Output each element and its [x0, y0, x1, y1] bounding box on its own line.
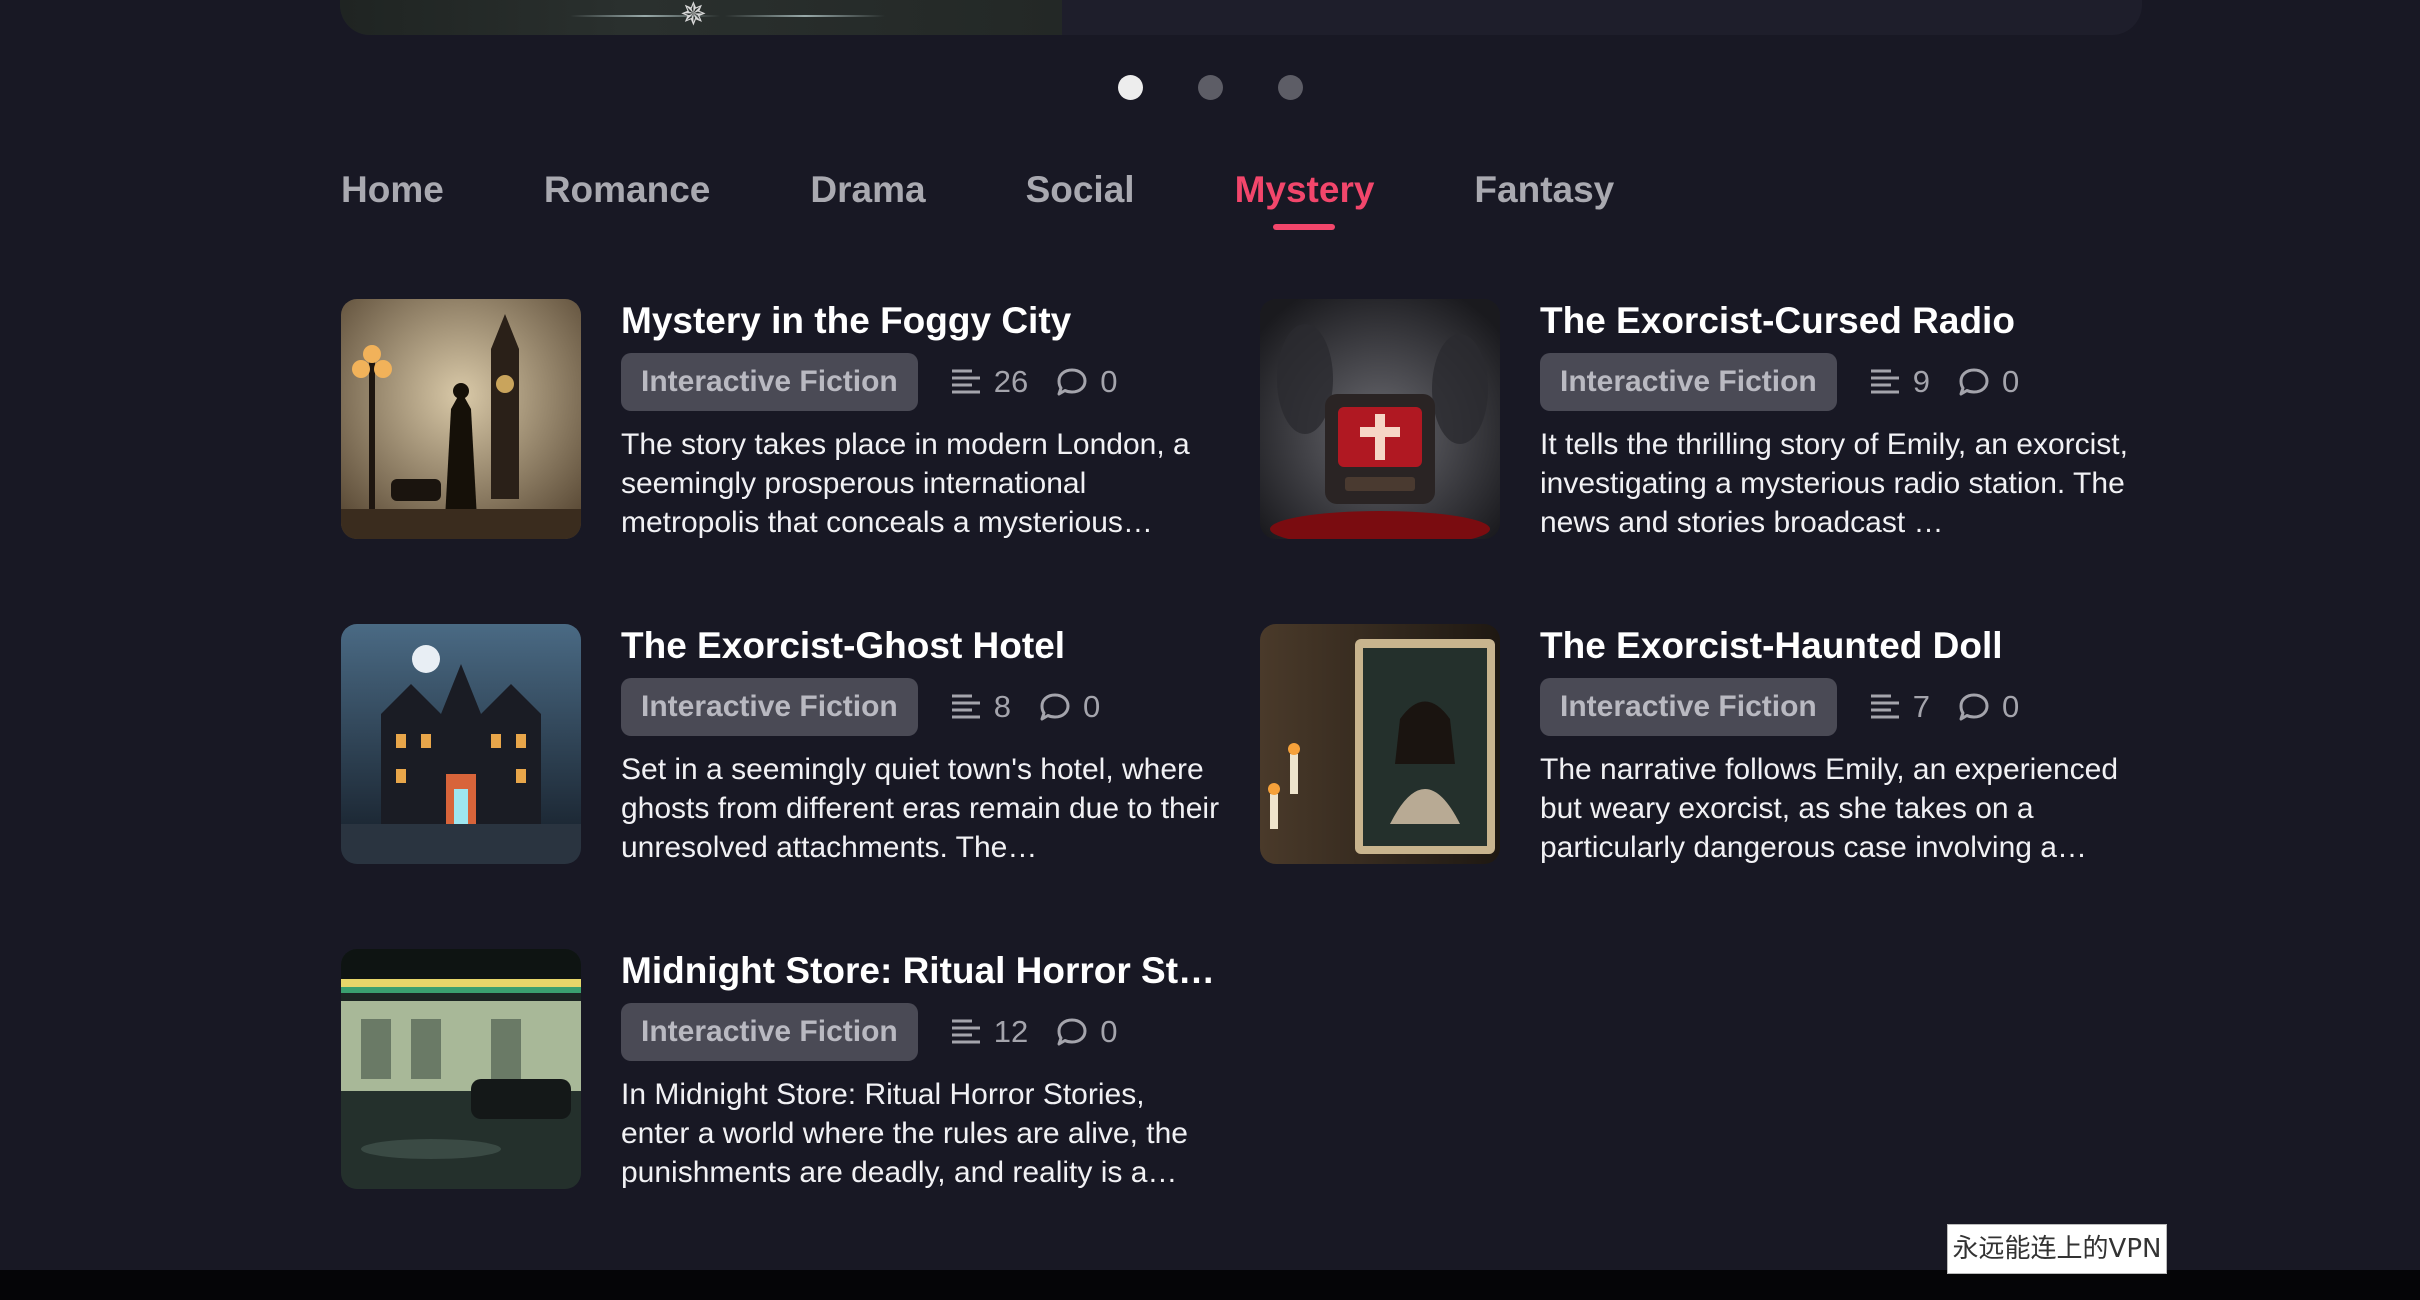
speech-bubble-icon — [1057, 368, 1087, 396]
genre-tag: Interactive Fiction — [1540, 678, 1837, 736]
vpn-ad-button[interactable]: 永远能连上的VPN — [1947, 1224, 2167, 1274]
story-cover-image — [1260, 299, 1500, 539]
comment-count-value: 0 — [1100, 364, 1118, 399]
story-title[interactable]: The Exorcist-Haunted Doll — [1540, 624, 2140, 668]
winged-emblem-icon: ✵ — [680, 0, 707, 32]
story-meta: Interactive Fiction 9 0 — [1540, 353, 2019, 411]
story-card[interactable]: The Exorcist-Haunted Doll Interactive Fi… — [1260, 624, 2160, 864]
tab-social[interactable]: Social — [1026, 168, 1135, 212]
tab-home[interactable]: Home — [341, 168, 444, 212]
speech-bubble-icon — [1057, 1018, 1087, 1046]
story-meta: Interactive Fiction 8 0 — [621, 678, 1100, 736]
tab-mystery[interactable]: Mystery — [1235, 168, 1374, 230]
story-description: The narrative follows Emily, an experien… — [1540, 753, 2119, 864]
banner-ornament-line-right — [725, 15, 885, 17]
chapter-count: 7 — [1869, 689, 1930, 725]
active-tab-indicator — [1273, 224, 1336, 230]
comment-count: 0 — [1039, 689, 1100, 725]
story-meta: Interactive Fiction 26 0 — [621, 353, 1117, 411]
chapter-count: 9 — [1869, 364, 1930, 400]
story-description: The story takes place in modern London, … — [621, 428, 1190, 539]
story-cover-image — [341, 624, 581, 864]
genre-tag: Interactive Fiction — [621, 1003, 918, 1061]
comment-count-value: 0 — [2001, 689, 2020, 724]
story-description: It tells the thrilling story of Emily, a… — [1540, 428, 2128, 539]
speech-bubble-icon — [1959, 368, 1989, 396]
carousel-dots — [1118, 75, 1303, 100]
story-description: Set in a seemingly quiet town's hotel, w… — [621, 753, 1220, 864]
banner-image: ✵ — [340, 0, 1062, 35]
carousel-dot-2[interactable] — [1198, 75, 1223, 100]
story-card[interactable]: The Exorcist-Ghost Hotel Interactive Fic… — [341, 624, 1241, 864]
tab-romance[interactable]: Romance — [544, 168, 711, 212]
chapter-count: 12 — [950, 1014, 1028, 1050]
list-lines-icon — [951, 1019, 980, 1044]
speech-bubble-icon — [1959, 693, 1989, 721]
comment-count-value: 0 — [2001, 364, 2020, 399]
story-card[interactable]: Midnight Store: Ritual Horror St… Intera… — [341, 949, 1241, 1189]
comment-count: 0 — [1958, 689, 2019, 725]
category-tabs: Home Romance Drama Social Mystery Fantas… — [341, 168, 1714, 230]
chapter-count: 8 — [950, 689, 1011, 725]
speech-bubble-icon — [1040, 693, 1070, 721]
tab-drama[interactable]: Drama — [810, 168, 925, 212]
story-title[interactable]: Mystery in the Foggy City — [621, 299, 1221, 343]
list-lines-icon — [951, 369, 980, 394]
carousel-dot-1[interactable] — [1118, 75, 1143, 100]
chapter-count-value: 7 — [1912, 689, 1930, 724]
chapter-count-value: 26 — [993, 364, 1029, 399]
story-meta: Interactive Fiction 12 0 — [621, 1003, 1117, 1061]
genre-tag: Interactive Fiction — [1540, 353, 1837, 411]
comment-count: 0 — [1958, 364, 2019, 400]
story-card[interactable]: The Exorcist-Cursed Radio Interactive Fi… — [1260, 299, 2160, 539]
story-cover-image — [341, 299, 581, 539]
list-lines-icon — [951, 694, 980, 719]
list-lines-icon — [1870, 694, 1899, 719]
bottom-bar — [0, 1270, 2420, 1300]
story-card[interactable]: Mystery in the Foggy City Interactive Fi… — [341, 299, 1241, 539]
featured-banner[interactable]: ✵ — [340, 0, 2142, 35]
genre-tag: Interactive Fiction — [621, 353, 918, 411]
chapter-count-value: 9 — [1912, 364, 1930, 399]
comment-count: 0 — [1056, 364, 1117, 400]
story-cover-image — [341, 949, 581, 1189]
genre-tag: Interactive Fiction — [621, 678, 918, 736]
story-description: In Midnight Store: Ritual Horror Stories… — [621, 1078, 1188, 1189]
chapter-count: 26 — [950, 364, 1028, 400]
story-meta: Interactive Fiction 7 0 — [1540, 678, 2019, 736]
story-title[interactable]: Midnight Store: Ritual Horror St… — [621, 949, 1221, 993]
comment-count-value: 0 — [1082, 689, 1101, 724]
chapter-count-value: 12 — [993, 1014, 1029, 1049]
carousel-dot-3[interactable] — [1278, 75, 1303, 100]
tab-fantasy[interactable]: Fantasy — [1474, 168, 1614, 212]
story-title[interactable]: The Exorcist-Ghost Hotel — [621, 624, 1221, 668]
story-cover-image — [1260, 624, 1500, 864]
chapter-count-value: 8 — [993, 689, 1011, 724]
comment-count: 0 — [1056, 1014, 1117, 1050]
story-title[interactable]: The Exorcist-Cursed Radio — [1540, 299, 2140, 343]
list-lines-icon — [1870, 369, 1899, 394]
comment-count-value: 0 — [1100, 1014, 1118, 1049]
